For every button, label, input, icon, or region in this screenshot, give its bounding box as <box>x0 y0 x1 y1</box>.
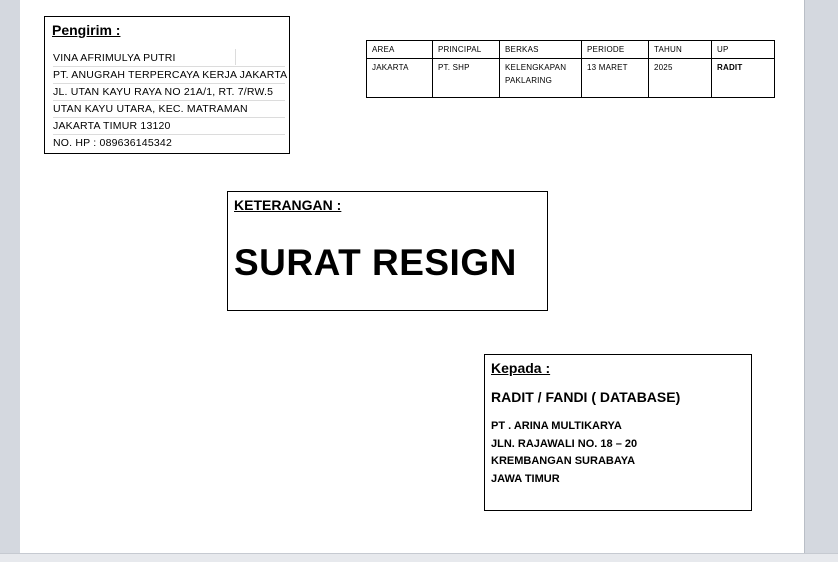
document-page: Pengirim : VINA AFRIMULYA PUTRI PT. ANUG… <box>20 0 805 553</box>
recipient-company: PT . ARINA MULTIKARYA <box>491 420 622 432</box>
header-up: UP <box>711 40 775 59</box>
recipient-city: KREMBANGAN SURABAYA <box>491 455 636 467</box>
cell-tahun: 2025 <box>648 58 712 98</box>
sender-address: VINA AFRIMULYA PUTRI PT. ANUGRAH TERPERC… <box>53 50 287 151</box>
header-tahun: TAHUN <box>648 40 712 59</box>
info-table: AREA PRINCIPAL BERKAS PERIODE TAHUN UP J… <box>366 40 775 98</box>
recipient-province: JAWA TIMUR <box>491 472 560 485</box>
sender-phone: NO. HP : 089636145342 <box>53 137 173 149</box>
recipient-box: Kepada : RADIT / FANDI ( DATABASE) PT . … <box>484 354 752 511</box>
keterangan-heading: KETERANGAN : <box>234 197 342 213</box>
sender-city: JAKARTA TIMUR 13120 <box>53 118 285 135</box>
header-area: AREA <box>366 40 433 59</box>
keterangan-box: KETERANGAN : SURAT RESIGN <box>227 191 548 311</box>
cell-up: RADIT <box>711 58 775 98</box>
sender-street: JL. UTAN KAYU RAYA NO 21A/1, RT. 7/RW.5 <box>53 84 285 101</box>
sender-heading: Pengirim : <box>52 22 121 38</box>
sender-box: Pengirim : VINA AFRIMULYA PUTRI PT. ANUG… <box>44 16 290 154</box>
sender-name: VINA AFRIMULYA PUTRI <box>53 50 285 67</box>
recipient-heading: Kepada : <box>491 360 551 376</box>
sender-district: UTAN KAYU UTARA, KEC. MATRAMAN <box>53 101 285 118</box>
cell-area: JAKARTA <box>366 58 433 98</box>
header-principal: PRINCIPAL <box>432 40 500 59</box>
cell-berkas: KELENGKAPAN PAKLARING <box>499 58 582 98</box>
header-periode: PERIODE <box>581 40 649 59</box>
cell-periode: 13 MARET <box>581 58 649 98</box>
cell-principal: PT. SHP <box>432 58 500 98</box>
header-berkas: BERKAS <box>499 40 582 59</box>
table-header-row: AREA PRINCIPAL BERKAS PERIODE TAHUN UP <box>366 40 775 59</box>
sender-company: PT. ANUGRAH TERPERCAYA KERJA JAKARTA <box>53 67 287 84</box>
recipient-address: PT . ARINA MULTIKARYA JLN. RAJAWALI NO. … <box>491 418 637 488</box>
document-title: SURAT RESIGN <box>234 242 517 283</box>
table-row: JAKARTA PT. SHP KELENGKAPAN PAKLARING 13… <box>366 58 775 98</box>
recipient-street: JLN. RAJAWALI NO. 18 – 20 <box>491 437 638 450</box>
recipient-name: RADIT / FANDI ( DATABASE) <box>491 389 681 405</box>
